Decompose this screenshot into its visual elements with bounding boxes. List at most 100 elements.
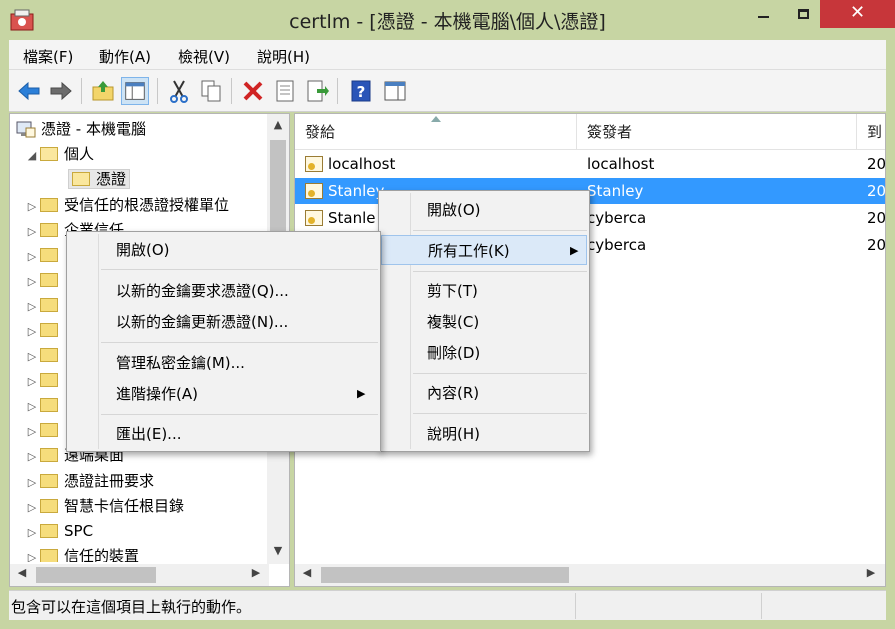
status-separator bbox=[575, 593, 576, 619]
tree-node-certificates[interactable]: 憑證 bbox=[68, 167, 131, 191]
tree-node-spc[interactable]: ▷ SPC bbox=[24, 519, 93, 543]
menu-item-advanced[interactable]: 進階操作(A) ▶ bbox=[67, 379, 380, 409]
tree-node-smart-card-roots[interactable]: ▷ 智慧卡信任根目錄 bbox=[24, 494, 184, 518]
expand-arrow-icon[interactable]: ▷ bbox=[24, 370, 40, 394]
toolbar-separator bbox=[231, 78, 232, 104]
tree-node[interactable]: ▷ bbox=[24, 418, 64, 442]
expand-arrow-icon[interactable]: ▷ bbox=[24, 270, 40, 294]
folder-icon bbox=[40, 272, 58, 287]
menu-view[interactable]: 檢視(V) bbox=[178, 46, 230, 67]
menu-item-all-tasks[interactable]: 所有工作(K) ▶ bbox=[381, 235, 587, 265]
menu-item-manage-private-keys[interactable]: 管理私密金鑰(M)... bbox=[67, 348, 380, 378]
certificate-icon bbox=[305, 210, 323, 226]
menu-item-export[interactable]: 匯出(E)... bbox=[67, 419, 380, 449]
cell-expiry: 20 bbox=[867, 209, 886, 227]
all-tasks-submenu: 開啟(O) 以新的金鑰要求憑證(Q)... 以新的金鑰更新憑證(N)... 管理… bbox=[66, 231, 381, 452]
scroll-right-arrow-icon[interactable]: ▶ bbox=[861, 566, 881, 579]
expand-arrow-icon[interactable]: ▷ bbox=[24, 345, 40, 369]
copy-icon[interactable] bbox=[197, 77, 225, 105]
column-issued-by[interactable]: 簽發者 bbox=[577, 114, 857, 150]
menu-file[interactable]: 檔案(F) bbox=[23, 46, 73, 67]
expand-arrow-icon[interactable]: ▷ bbox=[24, 521, 40, 545]
show-hide-tree-icon[interactable] bbox=[121, 77, 149, 105]
tree-horizontal-scrollbar[interactable]: ◀ ▶ bbox=[10, 564, 269, 586]
expand-arrow-icon[interactable]: ▷ bbox=[24, 245, 40, 269]
menu-item-properties[interactable]: 內容(R) bbox=[379, 378, 589, 408]
scroll-down-arrow-icon[interactable]: ▼ bbox=[267, 544, 289, 557]
menu-item-open[interactable]: 開啟(O) bbox=[67, 235, 380, 265]
tree-node-enrollment-requests[interactable]: ▷ 憑證註冊要求 bbox=[24, 469, 154, 493]
column-label: 發給 bbox=[305, 123, 336, 141]
menu-action[interactable]: 動作(A) bbox=[99, 46, 151, 67]
cut-icon[interactable] bbox=[165, 77, 193, 105]
expand-arrow-icon[interactable]: ▷ bbox=[24, 320, 40, 344]
tree-node[interactable]: ▷ bbox=[24, 293, 64, 317]
back-icon[interactable] bbox=[15, 77, 43, 105]
menu-help[interactable]: 說明(H) bbox=[257, 46, 310, 67]
tree-node[interactable]: ▷ bbox=[24, 343, 64, 367]
scroll-thumb[interactable] bbox=[321, 567, 569, 583]
tree-node-trusted-devices[interactable]: ▷ 信任的裝置 bbox=[24, 544, 139, 562]
tree-node[interactable]: ▷ bbox=[24, 368, 64, 392]
expand-arrow-icon[interactable]: ▷ bbox=[24, 471, 40, 495]
delete-icon[interactable] bbox=[239, 77, 267, 105]
close-button[interactable]: ✕ bbox=[820, 0, 895, 28]
tree-node[interactable]: ▷ bbox=[24, 393, 64, 417]
menu-item-delete[interactable]: 刪除(D) bbox=[379, 338, 589, 368]
table-row[interactable]: localhost localhost 20 bbox=[295, 151, 886, 177]
up-folder-icon[interactable] bbox=[89, 77, 117, 105]
menu-item-cut[interactable]: 剪下(T) bbox=[379, 276, 589, 306]
folder-icon bbox=[40, 473, 58, 488]
collapse-arrow-icon[interactable]: ◢ bbox=[24, 144, 40, 168]
tree-label-trusted-root: 受信任的根憑證授權單位 bbox=[64, 196, 230, 214]
export-list-icon[interactable] bbox=[303, 77, 331, 105]
scroll-left-arrow-icon[interactable]: ◀ bbox=[12, 566, 32, 579]
tree-node[interactable]: ▷ bbox=[24, 268, 64, 292]
cell-expiry: 20 bbox=[867, 155, 886, 173]
scroll-right-arrow-icon[interactable]: ▶ bbox=[246, 566, 266, 579]
cell-issued-by: localhost bbox=[587, 155, 655, 173]
help-icon[interactable]: ? bbox=[347, 77, 375, 105]
scroll-thumb[interactable] bbox=[36, 567, 156, 583]
menu-item-copy[interactable]: 複製(C) bbox=[379, 307, 589, 337]
tree-node[interactable]: ▷ bbox=[24, 243, 64, 267]
expand-arrow-icon[interactable]: ▷ bbox=[24, 395, 40, 419]
expand-arrow-icon[interactable]: ▷ bbox=[24, 496, 40, 520]
tree-label-spc: SPC bbox=[64, 522, 94, 540]
list-horizontal-scrollbar[interactable]: ◀ ▶ bbox=[295, 564, 885, 586]
expand-arrow-icon[interactable]: ▷ bbox=[24, 295, 40, 319]
cell-issued-to: localhost bbox=[328, 155, 396, 173]
expand-arrow-icon[interactable]: ▷ bbox=[24, 420, 40, 444]
tree-node-personal[interactable]: ◢ 個人 bbox=[24, 142, 94, 166]
expand-arrow-icon[interactable]: ▷ bbox=[24, 546, 40, 562]
scroll-thumb[interactable] bbox=[270, 140, 286, 242]
context-menu: 開啟(O) 所有工作(K) ▶ 剪下(T) 複製(C) 刪除(D) 內容(R) … bbox=[378, 190, 590, 452]
expand-arrow-icon[interactable]: ▷ bbox=[24, 445, 40, 469]
properties-icon[interactable] bbox=[271, 77, 299, 105]
menu-separator bbox=[101, 269, 378, 270]
show-action-pane-icon[interactable] bbox=[381, 77, 409, 105]
toolbar-separator bbox=[337, 78, 338, 104]
forward-icon[interactable] bbox=[47, 77, 75, 105]
column-expiration[interactable]: 到 bbox=[857, 114, 885, 150]
tree-node-trusted-root[interactable]: ▷ 受信任的根憑證授權單位 bbox=[24, 193, 229, 217]
tree-label-certificates: 憑證 bbox=[96, 170, 127, 188]
folder-icon bbox=[40, 347, 58, 362]
folder-icon bbox=[40, 247, 58, 262]
tree-node-root[interactable]: 憑證 - 本機電腦 bbox=[16, 117, 146, 141]
menu-item-request-new-key[interactable]: 以新的金鑰要求憑證(Q)... bbox=[67, 276, 380, 306]
scroll-left-arrow-icon[interactable]: ◀ bbox=[297, 566, 317, 579]
menu-item-open[interactable]: 開啟(O) bbox=[379, 195, 589, 225]
maximize-icon bbox=[797, 8, 809, 19]
expand-arrow-icon[interactable]: ▷ bbox=[24, 220, 40, 244]
tree-node[interactable]: ▷ bbox=[24, 318, 64, 342]
expand-arrow-icon[interactable]: ▷ bbox=[24, 195, 40, 219]
selected-tree-node: 憑證 bbox=[68, 169, 131, 189]
scroll-up-arrow-icon[interactable]: ▲ bbox=[267, 118, 289, 131]
menu-gutter bbox=[98, 234, 99, 449]
folder-icon bbox=[40, 372, 58, 387]
folder-icon bbox=[40, 447, 58, 462]
tree-label-personal: 個人 bbox=[64, 145, 95, 163]
menu-item-renew-new-key[interactable]: 以新的金鑰更新憑證(N)... bbox=[67, 307, 380, 337]
menu-item-help[interactable]: 說明(H) bbox=[379, 419, 589, 449]
